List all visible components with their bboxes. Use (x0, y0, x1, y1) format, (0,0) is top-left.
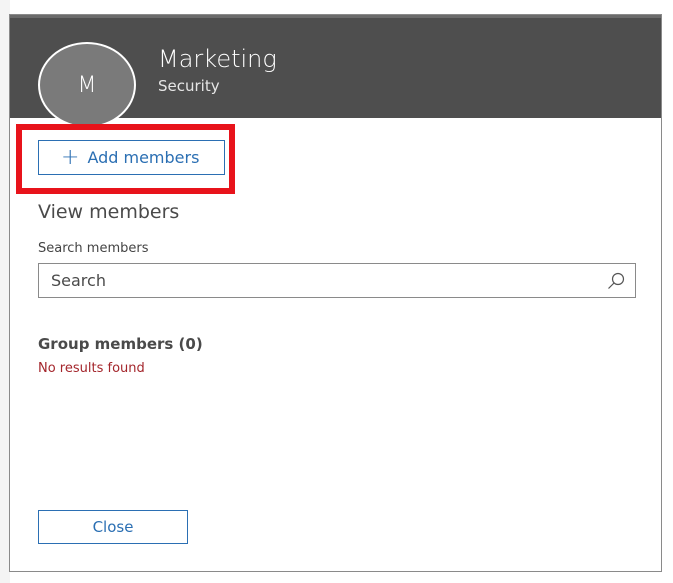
add-members-button[interactable]: + Add members (38, 140, 225, 175)
search-box (38, 263, 636, 298)
plus-icon: + (61, 144, 80, 170)
search-icon[interactable] (607, 272, 625, 290)
group-members-heading: Group members (0) (38, 335, 203, 353)
avatar-initial: M (77, 72, 97, 98)
group-members-panel: Marketing Security M + Add members View … (9, 14, 662, 572)
group-name: Marketing (158, 45, 277, 73)
search-input[interactable] (39, 264, 599, 297)
close-button[interactable]: Close (38, 510, 188, 544)
add-members-label: Add members (87, 148, 200, 167)
group-type: Security (158, 77, 220, 95)
search-members-label: Search members (38, 241, 149, 256)
avatar: M (38, 42, 136, 128)
view-members-heading: View members (38, 201, 180, 223)
header-top-edge (10, 15, 661, 18)
no-results-message: No results found (38, 361, 145, 376)
